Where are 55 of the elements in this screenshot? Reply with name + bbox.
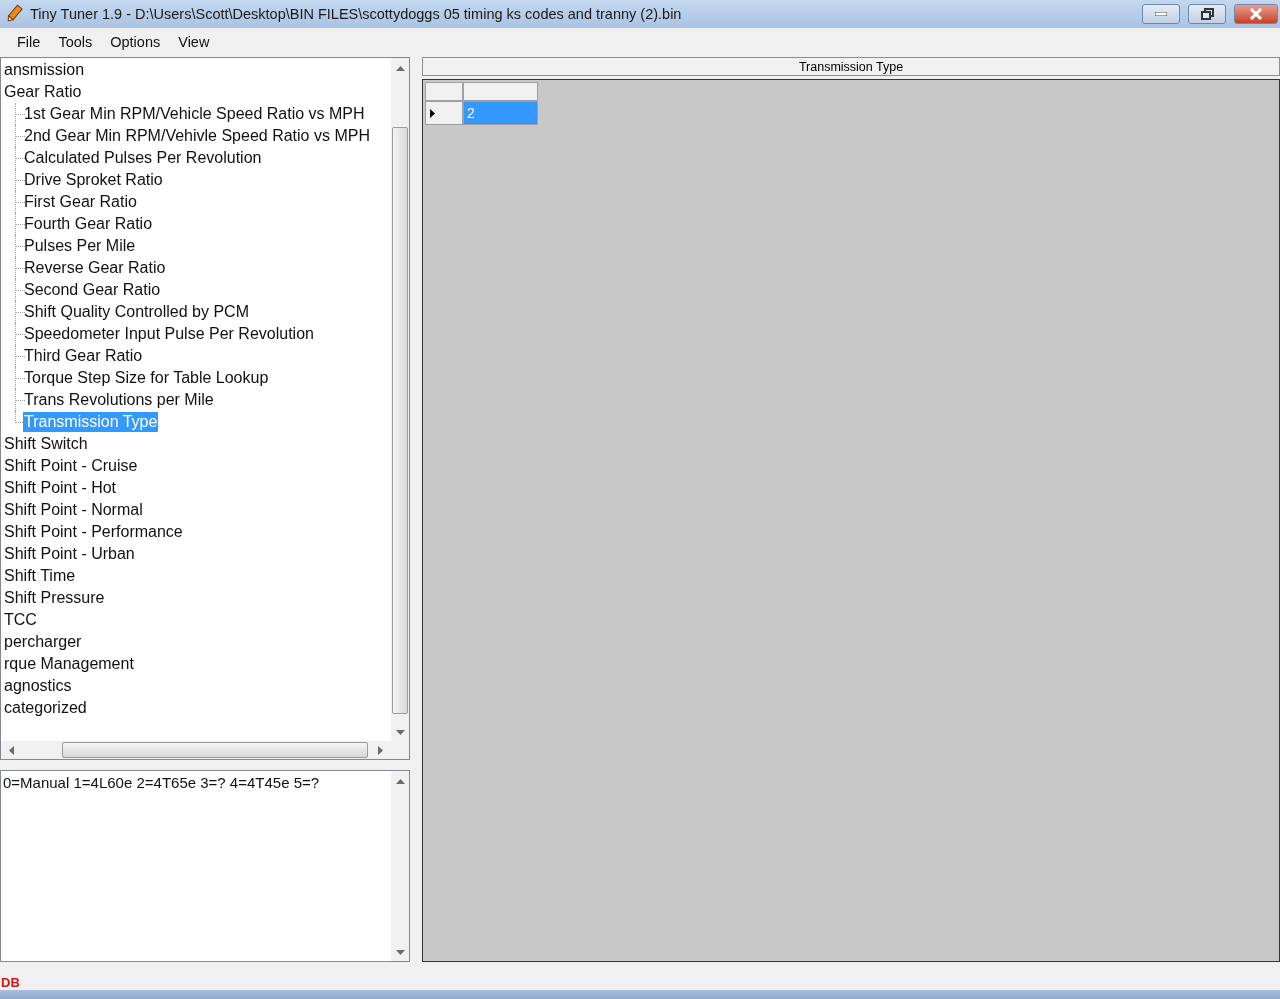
tree-item[interactable]: Shift Point - Hot (3, 478, 118, 498)
scroll-down-icon[interactable] (395, 730, 405, 735)
tree-item[interactable]: Shift Switch (3, 434, 89, 454)
tree-item[interactable]: 1st Gear Min RPM/Vehicle Speed Ratio vs MPH (23, 104, 366, 124)
horizontal-scrollbar[interactable] (1, 741, 391, 759)
restore-icon (1200, 8, 1214, 20)
description-text: 0=Manual 1=4L60e 2=4T65e 3=? 4=4T45e 5=? (2, 773, 321, 793)
tree-item[interactable]: Drive Sproket Ratio (23, 170, 164, 190)
menu-item[interactable]: File (8, 33, 50, 50)
row-header[interactable] (425, 101, 463, 125)
tree-item[interactable]: Shift Pressure (3, 588, 106, 608)
restore-button[interactable] (1188, 4, 1226, 24)
tree-item[interactable]: Second Gear Ratio (23, 280, 162, 300)
corner-header (425, 82, 463, 101)
tree-item[interactable]: Shift Point - Performance (3, 522, 184, 542)
tree-item[interactable]: Trans Revolutions per Mile (23, 390, 215, 410)
tree-item[interactable]: Fourth Gear Ratio (23, 214, 154, 234)
minimize-icon (1155, 12, 1167, 16)
vertical-scrollbar[interactable] (391, 58, 409, 741)
menu-item[interactable]: Tools (49, 33, 102, 50)
tree-item[interactable]: rque Management (3, 654, 135, 674)
tree-item[interactable]: Shift Quality Controlled by PCM (23, 302, 250, 322)
tree-item[interactable]: ansmission (3, 60, 86, 80)
tree-item[interactable]: categorized (3, 698, 88, 718)
minimize-button[interactable] (1142, 4, 1180, 24)
window-title: Tiny Tuner 1.9 - D:\Users\Scott\Desktop\BIN FILES\scottydoggs 05 timing ks codes and tranny (2).bin (30, 6, 683, 22)
tree-item[interactable]: Shift Point - Urban (3, 544, 136, 564)
scroll-left-icon[interactable] (9, 745, 14, 755)
scroll-down-icon[interactable] (395, 950, 405, 955)
close-button[interactable] (1234, 4, 1278, 24)
tree-item[interactable]: 2nd Gear Min RPM/Vehivle Speed Ratio vs MPH (23, 126, 371, 146)
tree-item[interactable]: Pulses Per Mile (23, 236, 137, 256)
tree-item[interactable]: Calculated Pulses Per Revolution (23, 148, 263, 168)
vertical-scrollbar[interactable] (391, 771, 409, 961)
tree-item[interactable]: Shift Point - Cruise (3, 456, 139, 476)
tree-item[interactable]: Shift Point - Normal (3, 500, 144, 520)
table-title: Transmission Type (422, 57, 1280, 76)
tree-item[interactable]: Torque Step Size for Table Lookup (23, 368, 270, 388)
tree-item[interactable]: TCC (3, 610, 38, 630)
status-text: DB (0, 975, 20, 990)
close-icon (1249, 8, 1263, 20)
tree-item[interactable]: agnostics (3, 676, 73, 696)
scroll-right-icon[interactable] (378, 745, 383, 755)
scroll-up-icon[interactable] (395, 779, 405, 784)
menu-item[interactable]: View (169, 33, 219, 50)
tree-item[interactable]: Speedometer Input Pulse Per Revolution (23, 324, 315, 344)
tree-item[interactable]: Shift Time (3, 566, 77, 586)
tree-item[interactable]: Gear Ratio (3, 82, 83, 102)
tree-item[interactable]: percharger (3, 632, 83, 652)
tree-item[interactable]: First Gear Ratio (23, 192, 138, 212)
tree-item[interactable]: Reverse Gear Ratio (23, 258, 167, 278)
menu-item[interactable]: Options (101, 33, 170, 50)
tree-item[interactable]: Third Gear Ratio (23, 346, 144, 366)
row-pointer-icon (430, 108, 435, 118)
scroll-up-icon[interactable] (395, 66, 405, 71)
